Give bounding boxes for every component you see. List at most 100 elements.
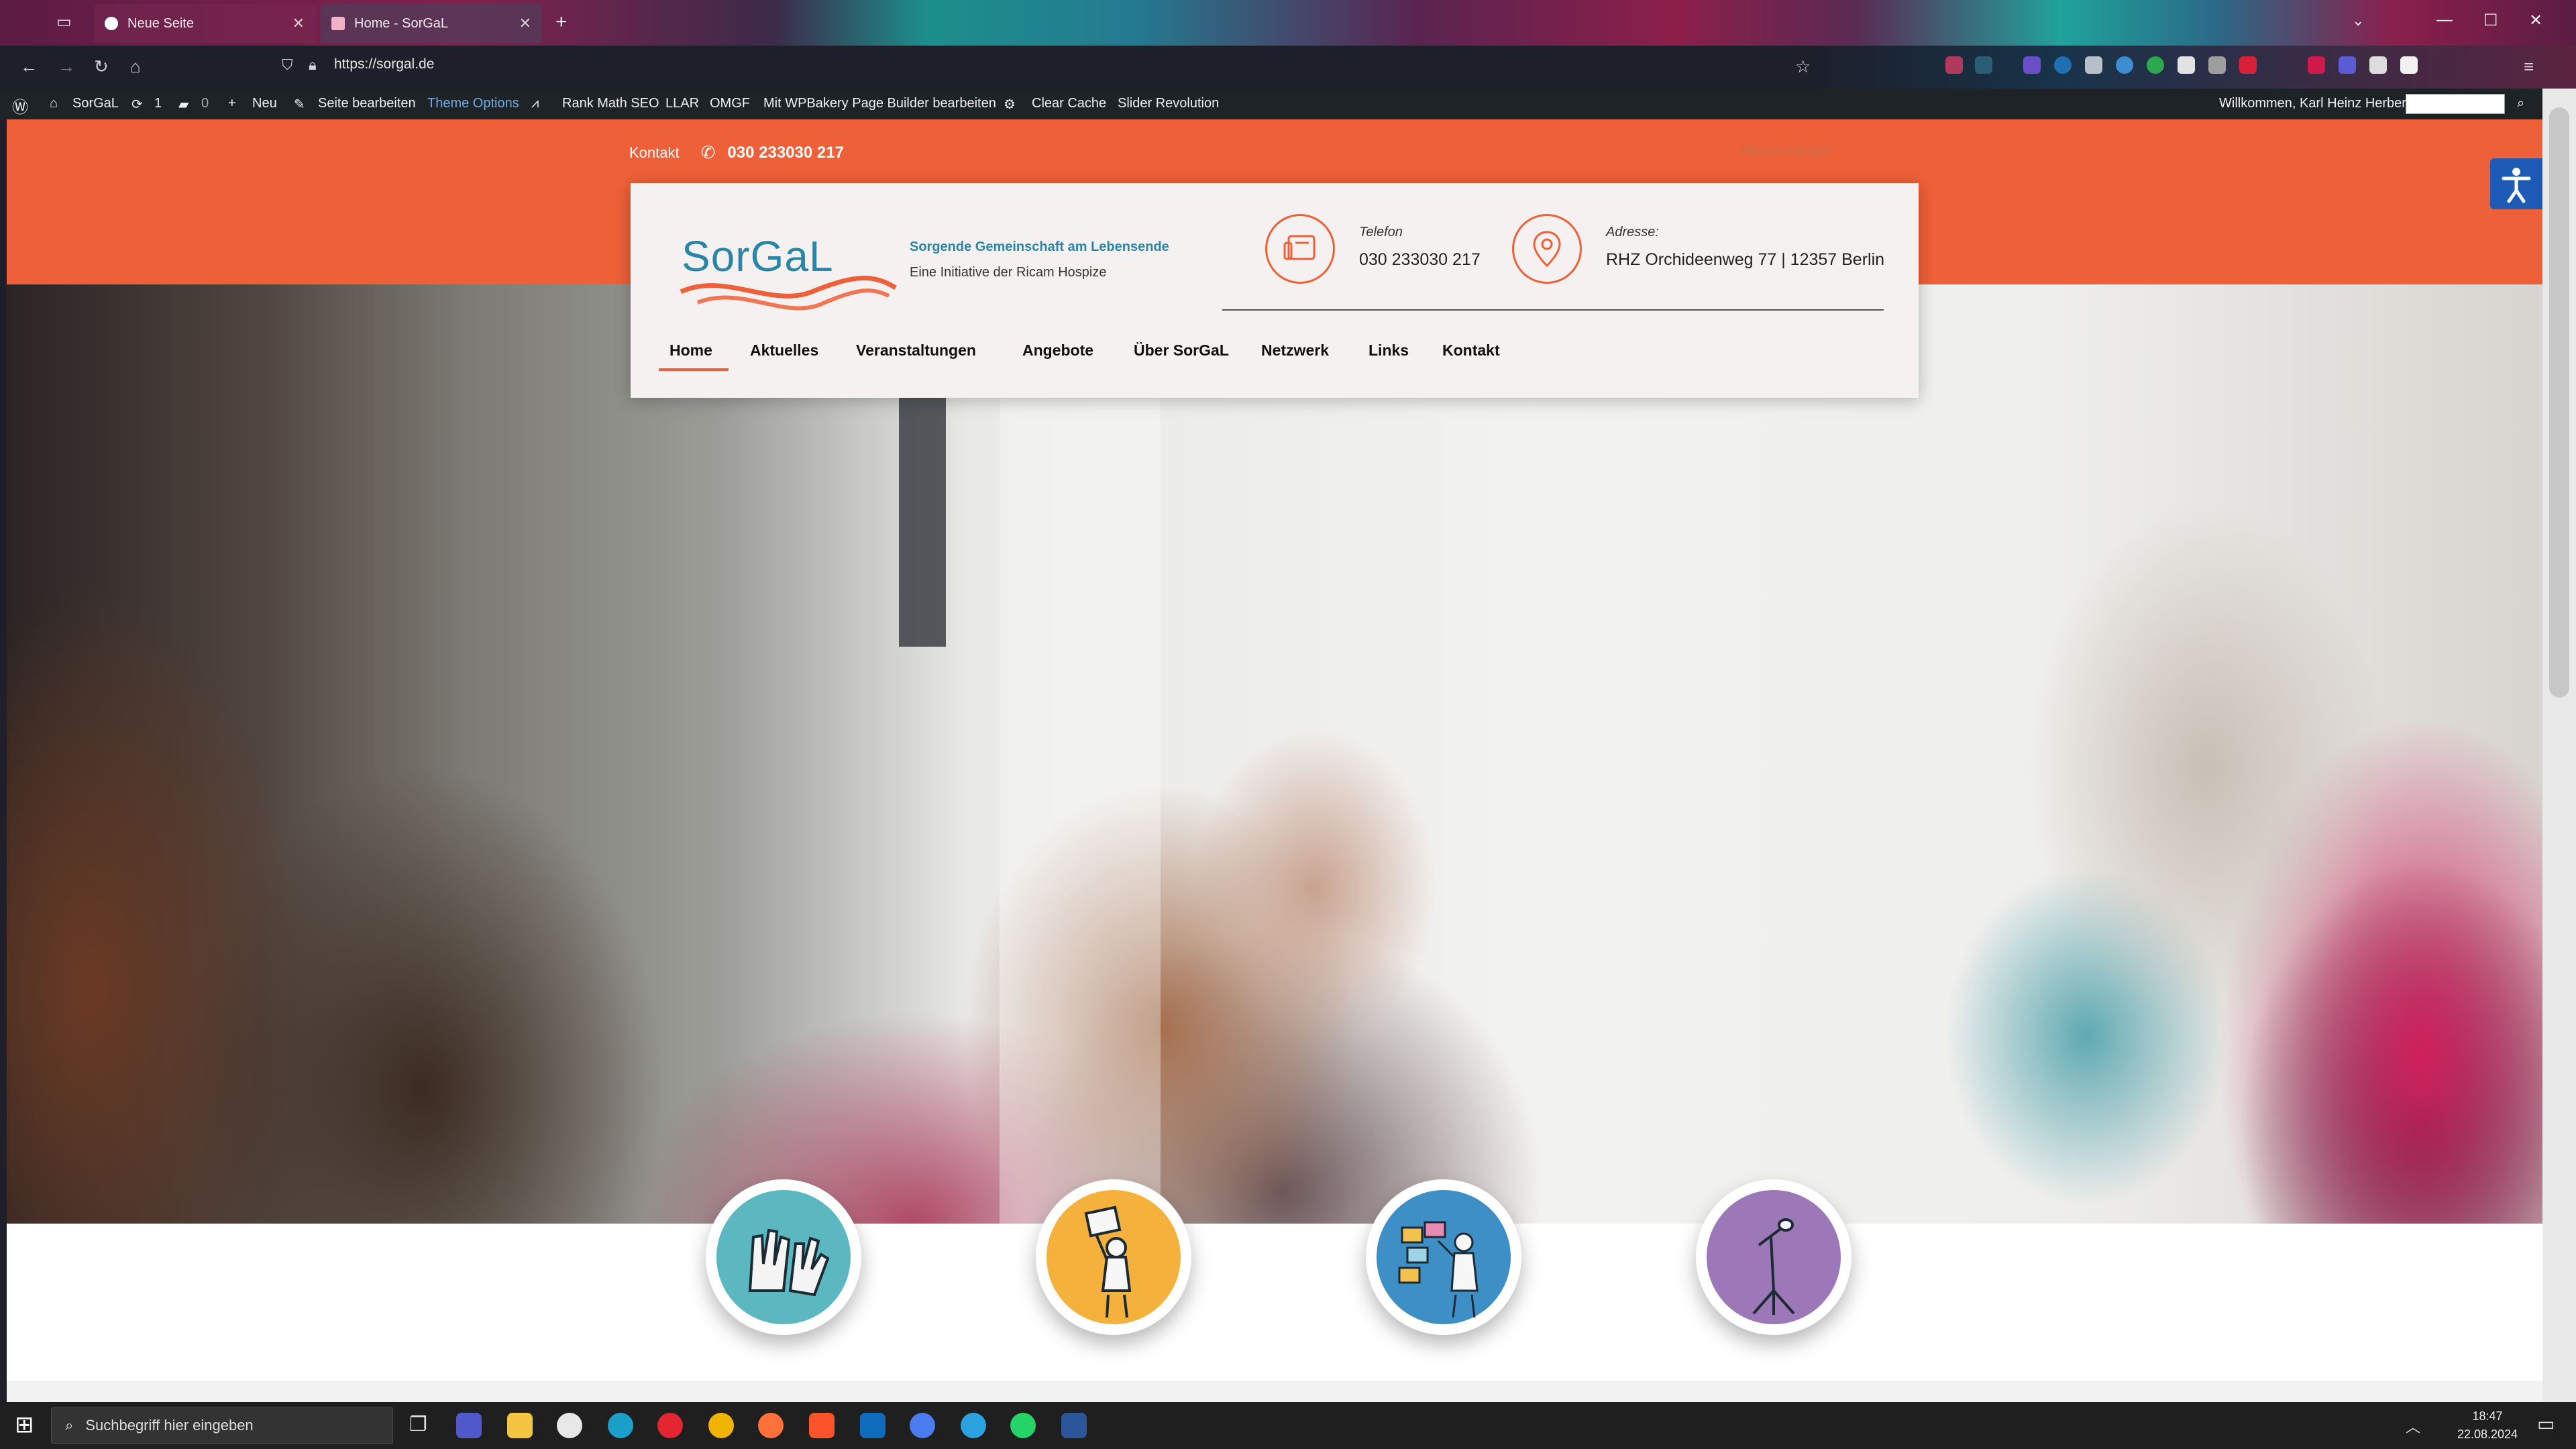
comments-icon[interactable]: ▰ [178, 96, 189, 113]
menu-item-aktuelles[interactable]: Aktuelles [750, 341, 818, 360]
forward-icon[interactable]: → [58, 56, 75, 77]
tab-new-page[interactable]: Neue Seite ✕ [94, 4, 315, 43]
menu-item-kontakt[interactable]: Kontakt [1442, 341, 1500, 360]
whatsapp-icon[interactable] [1010, 1413, 1036, 1438]
close-tab-icon[interactable]: ✕ [292, 15, 305, 32]
outlook-icon[interactable] [860, 1413, 885, 1438]
home-icon[interactable]: ⌂ [130, 56, 141, 77]
maximize-icon[interactable]: ☐ [2483, 11, 2498, 30]
tab-home-sorgal[interactable]: Home - SorGaL ✕ [321, 4, 542, 43]
minimize-icon[interactable]: — [2436, 11, 2453, 30]
tab-list-chevron-icon[interactable]: ⌄ [2352, 12, 2364, 30]
new-plus-icon[interactable]: + [228, 96, 236, 111]
lock-icon[interactable]: 🔒︎ [309, 56, 317, 74]
notifications-icon[interactable]: ▭ [2537, 1413, 2555, 1435]
rank-math-icon[interactable]: ⩘ [531, 96, 539, 111]
wp-llar[interactable]: LLAR [665, 96, 699, 111]
updates-count[interactable]: 1 [154, 96, 162, 111]
phone-info-value[interactable]: 030 233030 217 [1359, 250, 1481, 270]
cache-icon[interactable]: ⚙ [1004, 96, 1016, 113]
wp-clear-cache[interactable]: Clear Cache [1032, 96, 1106, 111]
telegram-icon[interactable] [961, 1413, 986, 1438]
address-bar[interactable]: https://sorgal.de [334, 56, 434, 72]
accessibility-icon [2502, 168, 2531, 203]
wp-site-name[interactable]: SorGaL [72, 96, 119, 111]
raised-hands-icon [716, 1190, 851, 1324]
extensions-puzzle-icon[interactable] [2369, 56, 2387, 74]
bookmark-star-icon[interactable]: ☆ [1795, 56, 1811, 77]
menu-item-netzwerk[interactable]: Netzwerk [1261, 341, 1329, 360]
topbar-phone[interactable]: 030 233030 217 [727, 144, 844, 162]
pocket-icon[interactable] [1945, 56, 1963, 74]
site-home-icon[interactable]: ⌂ [50, 96, 58, 111]
extension-icon[interactable] [2308, 56, 2325, 74]
tab-overview-icon[interactable]: ▭ [56, 12, 72, 32]
microphone-icon [1707, 1190, 1841, 1324]
ricam-hospiz-link[interactable]: Ricam Hospiz [1741, 142, 1833, 160]
extension-icon[interactable] [2400, 56, 2418, 74]
tray-chevron-icon[interactable]: ︿ [2406, 1415, 2420, 1437]
topbar-contact-link[interactable]: Kontakt [629, 144, 680, 162]
edit-pencil-icon[interactable]: ✎ [294, 96, 305, 113]
library-icon[interactable] [1975, 56, 1992, 74]
wp-search-input[interactable] [2406, 94, 2505, 114]
wp-new-menu[interactable]: Neu [252, 96, 277, 111]
service-circle-2[interactable] [1036, 1179, 1191, 1335]
extension-icon[interactable] [2085, 56, 2102, 74]
service-circle-4[interactable] [1696, 1179, 1851, 1335]
app-menu-icon[interactable]: ≡ [2524, 56, 2534, 77]
wp-wpbakery[interactable]: Mit WPBakery Page Builder bearbeiten [763, 96, 996, 111]
opera-icon[interactable] [657, 1413, 683, 1438]
search-icon[interactable]: ⌕ [2517, 96, 2524, 111]
extension-icon[interactable] [2208, 56, 2226, 74]
service-circle-1[interactable] [706, 1179, 861, 1335]
extension-icon[interactable] [2147, 56, 2164, 74]
extension-icon[interactable] [2239, 56, 2257, 74]
task-view-icon[interactable]: ❐ [409, 1413, 427, 1436]
extension-icon[interactable] [2339, 56, 2356, 74]
wordpress-logo-icon[interactable]: Ⓦ [12, 94, 28, 117]
updates-icon[interactable]: ⟳ [131, 96, 143, 113]
menu-item-angebote[interactable]: Angebote [1022, 341, 1093, 360]
menu-item-links[interactable]: Links [1368, 341, 1409, 360]
extension-icon[interactable] [2023, 56, 2041, 74]
word-icon[interactable] [1061, 1413, 1087, 1438]
wp-theme-options[interactable]: Theme Options [427, 96, 519, 111]
signal-icon[interactable] [910, 1413, 935, 1438]
menu-item-ueber-sorgal[interactable]: Über SorGaL [1134, 341, 1229, 360]
windows-start-icon[interactable]: ⊞ [15, 1411, 34, 1438]
chrome-icon[interactable] [708, 1413, 734, 1438]
menu-item-home[interactable]: Home [669, 341, 712, 360]
reload-icon[interactable]: ↻ [94, 56, 109, 77]
service-circle-3[interactable] [1366, 1179, 1521, 1335]
clock-time: 18:47 [2472, 1409, 2503, 1423]
tab-label: Home - SorGaL [354, 15, 449, 31]
extension-icon[interactable] [2054, 56, 2072, 74]
comments-count[interactable]: 0 [201, 96, 209, 111]
edge-icon[interactable] [608, 1413, 633, 1438]
taskbar-clock[interactable]: 18:47 22.08.2024 [2447, 1407, 2528, 1444]
wp-rank-math[interactable]: Rank Math SEO [562, 96, 659, 111]
close-tab-icon[interactable]: ✕ [519, 15, 531, 32]
active-menu-indicator [659, 368, 729, 371]
menu-item-veranstaltungen[interactable]: Veranstaltungen [856, 341, 976, 360]
media-app-icon[interactable] [557, 1413, 582, 1438]
taskbar-search[interactable]: ⌕ Suchbegriff hier eingeben [51, 1407, 393, 1444]
brave-icon[interactable] [809, 1413, 835, 1438]
windows-taskbar: ⊞ ⌕ Suchbegriff hier eingeben ❐ ︿ 18:47 … [0, 1402, 2576, 1449]
back-icon[interactable]: ← [20, 56, 38, 77]
teams-icon[interactable] [456, 1413, 482, 1438]
wp-edit-page[interactable]: Seite bearbeiten [318, 96, 416, 111]
file-explorer-icon[interactable] [507, 1413, 533, 1438]
extension-icon[interactable] [2178, 56, 2195, 74]
new-tab-button[interactable]: + [555, 11, 568, 34]
firefox-icon[interactable] [758, 1413, 784, 1438]
close-window-icon[interactable]: ✕ [2529, 11, 2542, 30]
extension-icon[interactable] [2116, 56, 2133, 74]
wp-slider-revolution[interactable]: Slider Revolution [1118, 96, 1219, 111]
tracking-shield-icon[interactable]: ⛉ [282, 56, 293, 74]
wp-omgf[interactable]: OMGF [710, 96, 750, 111]
scrollbar-thumb[interactable] [2549, 107, 2569, 698]
accessibility-button[interactable] [2490, 158, 2542, 209]
wp-greeting[interactable]: Willkommen, Karl Heinz Herber [2219, 96, 2406, 111]
